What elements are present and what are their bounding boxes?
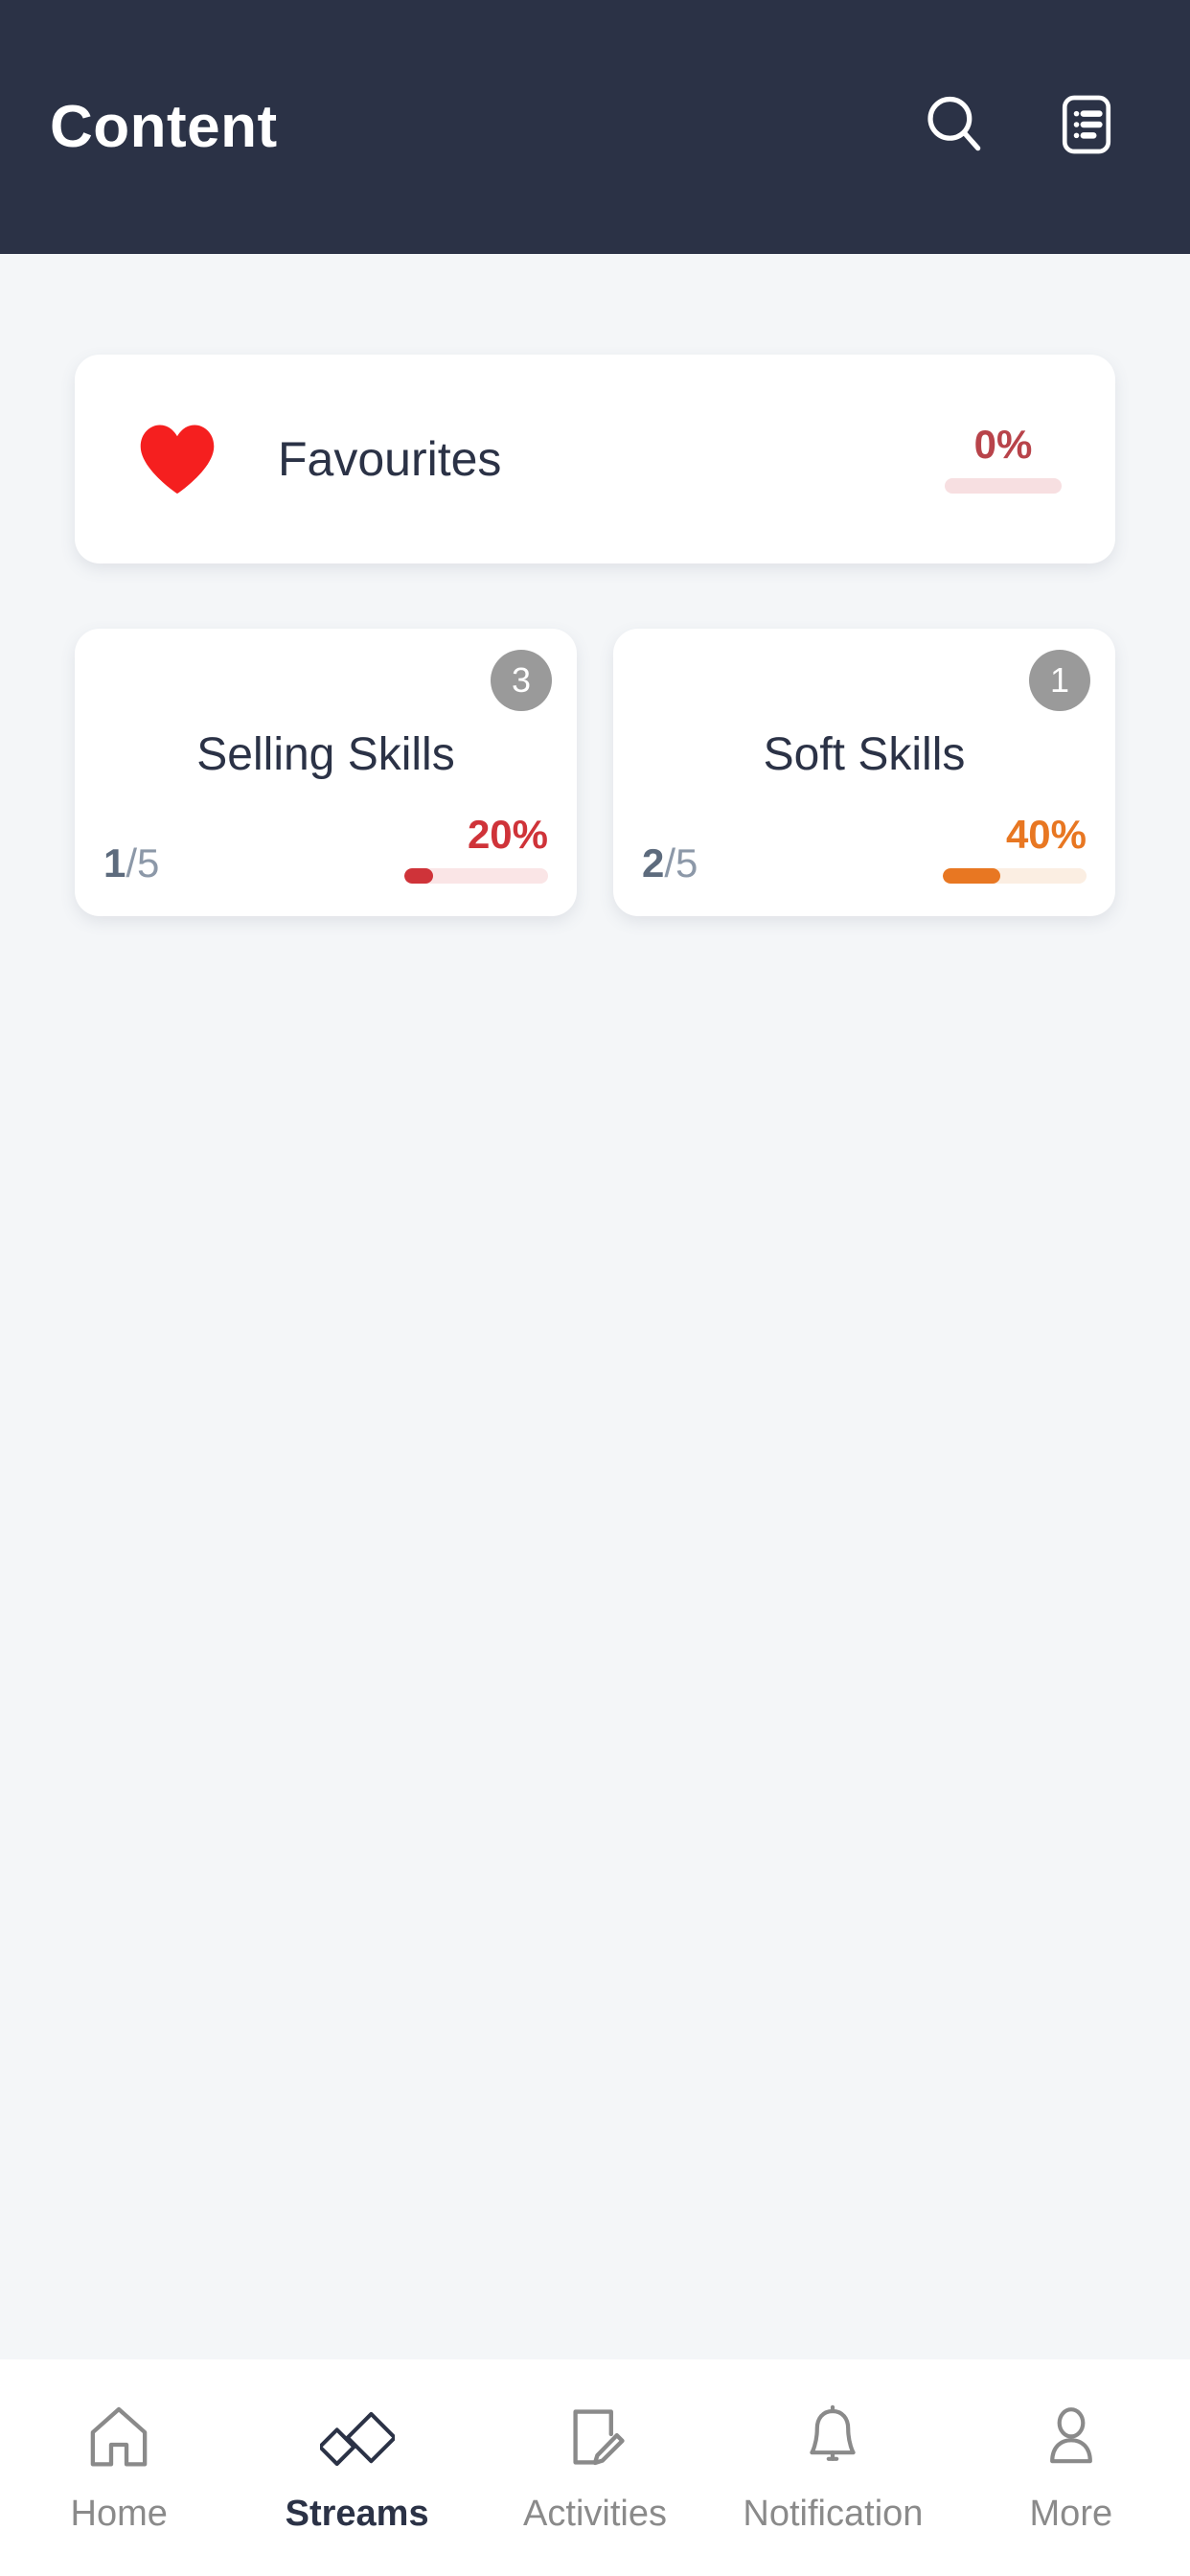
search-icon [919,89,990,165]
nav-item-home[interactable]: Home [0,2400,238,2532]
stream-percent: 20% [467,812,548,857]
stream-progress-fill [943,868,1000,884]
streams-icon [319,2400,395,2474]
nav-label: More [1029,2494,1113,2534]
stream-card-grid: 3 Selling Skills 1/5 20% 1 Soft Skills 2… [75,629,1115,916]
stream-count-total: /5 [664,840,698,886]
stream-count-completed: 2 [642,840,665,886]
nav-item-notification[interactable]: Notification [714,2400,951,2532]
page-title: Content [50,93,278,160]
favourites-label: Favourites [278,432,502,486]
favourites-percent: 0% [973,422,1033,467]
content-area: Favourites 0% 3 Selling Skills 1/5 20% 1… [0,254,1190,2359]
stream-title: Selling Skills [196,729,455,780]
status-badge: 3 [491,650,552,711]
stream-progress: 20% [404,815,548,884]
home-icon [83,2400,154,2474]
favourites-progress-track [945,478,1062,494]
stream-card[interactable]: 1 Soft Skills 2/5 40% [613,629,1115,916]
list-view-icon [1053,91,1120,163]
stream-count-total: /5 [126,840,160,886]
stream-count: 1/5 [103,843,159,884]
stream-title: Soft Skills [763,729,966,780]
stream-card[interactable]: 3 Selling Skills 1/5 20% [75,629,577,916]
header-actions [910,83,1131,172]
list-view-button[interactable] [1042,83,1131,172]
nav-label: Notification [743,2494,924,2534]
stream-count-completed: 1 [103,840,126,886]
status-badge: 1 [1029,650,1090,711]
heart-icon [136,422,218,496]
nav-label: Home [70,2494,168,2534]
stream-footer: 2/5 40% [642,815,1087,884]
stream-progress-track [943,868,1087,884]
stream-count: 2/5 [642,843,698,884]
person-icon [1037,2400,1106,2474]
stream-progress-track [404,868,548,884]
stream-progress: 40% [943,815,1087,884]
nav-item-streams[interactable]: Streams [238,2400,475,2532]
bell-icon [798,2400,867,2474]
bottom-navigation: Home Streams Activities Notification Mor… [0,2359,1190,2576]
document-edit-icon [561,2400,629,2474]
nav-label: Streams [285,2494,429,2534]
search-button[interactable] [910,83,998,172]
stream-percent: 40% [1005,812,1087,857]
favourites-card[interactable]: Favourites 0% [75,355,1115,564]
nav-item-more[interactable]: More [952,2400,1190,2532]
nav-item-activities[interactable]: Activities [476,2400,714,2532]
stream-footer: 1/5 20% [103,815,548,884]
app-header: Content [0,0,1190,254]
favourites-progress: 0% [945,425,1062,494]
stream-progress-fill [404,868,433,884]
nav-label: Activities [523,2494,667,2534]
